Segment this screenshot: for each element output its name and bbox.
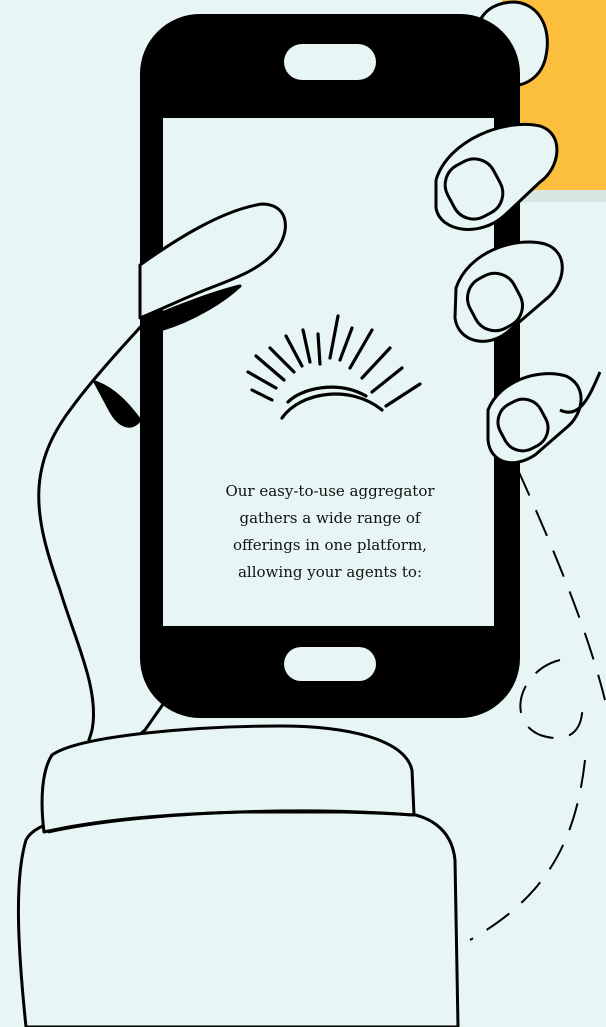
phone-speaker: [284, 44, 376, 80]
screen-text-line-4: allowing your agents to:: [237, 563, 423, 581]
screen-text-line-1: Our easy-to-use aggregator: [225, 482, 435, 500]
phone-home-button: [284, 647, 376, 681]
screen-text: Our easy-to-use aggregator gathers a wid…: [165, 478, 495, 586]
sleeve: [16, 724, 460, 1027]
phone: [140, 14, 520, 718]
screen-text-line-2: gathers a wide range of: [239, 509, 421, 527]
screen-text-line-3: offerings in one platform,: [233, 536, 427, 554]
